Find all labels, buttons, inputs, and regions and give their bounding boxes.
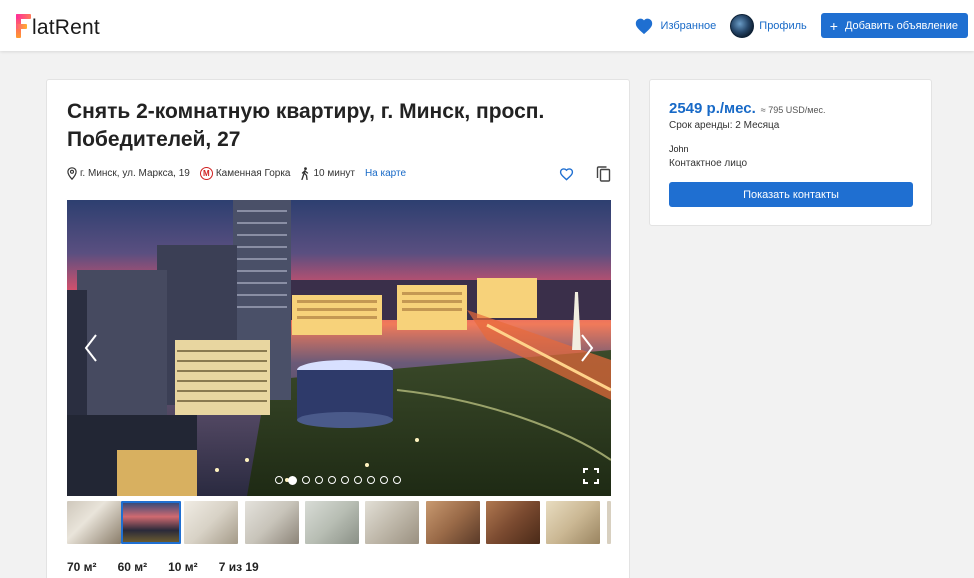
walk-time-text: 10 минут [313, 168, 355, 179]
thumbnail[interactable] [426, 501, 480, 544]
add-listing-button[interactable]: + Добавить объявление [820, 13, 968, 38]
gallery-dot[interactable] [354, 476, 362, 484]
gallery-dot[interactable] [380, 476, 388, 484]
add-listing-label: Добавить объявление [844, 19, 958, 32]
walking-person-icon [301, 167, 309, 180]
logo[interactable]: latRent [16, 12, 100, 40]
thumbnail[interactable] [184, 501, 238, 544]
thumbnail[interactable] [67, 501, 121, 544]
avatar [730, 13, 755, 38]
price: 2549 р./мес. ≈ 795 USD/мес. [669, 100, 825, 117]
thumbnail[interactable] [365, 501, 419, 544]
gallery-dot[interactable] [328, 476, 336, 484]
chevron-left-icon [84, 334, 97, 362]
gallery-next-button[interactable] [575, 328, 599, 368]
metro-station: Каменная Горка [215, 168, 291, 179]
copy-icon [596, 166, 611, 182]
on-map-link[interactable]: На карте [365, 168, 406, 179]
top-header: latRent Избранное Профиль + Добавить объ… [0, 0, 974, 51]
price-card: 2549 р./мес. ≈ 795 USD/мес. Срок аренды:… [649, 79, 932, 226]
copy-button[interactable] [596, 166, 611, 182]
listing-title: Снять 2-комнатную квартиру, г. Минск, пр… [67, 100, 545, 151]
favorites-link[interactable]: Избранное [634, 17, 717, 35]
main-photo [67, 200, 611, 496]
gallery-dot[interactable] [393, 476, 401, 484]
listing-meta: г. Минск, ул. Маркса, 19 М Каменная Горк… [67, 167, 406, 180]
gallery-dot[interactable] [315, 476, 323, 484]
logo-text: latRent [32, 16, 100, 39]
gallery-dot[interactable] [367, 476, 375, 484]
metro: М Каменная Горка [199, 167, 291, 180]
apartment-stats: 70 м² 60 м² 10 м² 7 из 19 [67, 560, 280, 574]
lease-term: Срок аренды: 2 Месяца [669, 120, 780, 131]
floor: 7 из 19 [218, 560, 259, 574]
gallery-dot[interactable] [341, 476, 349, 484]
profile-label: Профиль [759, 19, 807, 32]
gallery-dot-active[interactable] [288, 476, 297, 485]
owner-name: John [669, 144, 689, 154]
walk-time: 10 минут [300, 167, 355, 180]
heart-icon [635, 18, 652, 34]
gallery-prev-button[interactable] [79, 328, 103, 368]
favorites-label: Избранное [660, 19, 717, 32]
heart-outline-icon [559, 168, 574, 181]
thumbnail[interactable] [305, 501, 359, 544]
price-usd: ≈ 795 USD/мес. [760, 105, 826, 115]
photo-gallery[interactable] [67, 200, 611, 496]
location-pin-icon [67, 167, 77, 180]
fullscreen-button[interactable] [583, 468, 599, 484]
price-value: 2549 р./мес. [669, 100, 756, 117]
address-text: г. Минск, ул. Маркса, 19 [80, 168, 190, 179]
total-area: 70 м² [67, 560, 97, 574]
logo-mark [16, 14, 31, 38]
plus-icon: + [829, 17, 838, 34]
listing-card: Снять 2-комнатную квартиру, г. Минск, пр… [46, 79, 630, 578]
kitchen-area: 10 м² [168, 560, 198, 574]
thumbnail[interactable] [607, 501, 611, 544]
thumbnail[interactable] [245, 501, 299, 544]
profile-link[interactable]: Профиль [730, 13, 807, 38]
gallery-dots [275, 476, 406, 485]
living-area: 60 м² [117, 560, 148, 574]
owner-role: Контактное лицо [669, 158, 748, 169]
favorite-button[interactable] [559, 167, 574, 181]
thumbnail[interactable] [546, 501, 600, 544]
thumbnail-strip [67, 501, 611, 544]
metro-icon: М [199, 167, 213, 180]
fullscreen-icon [583, 468, 599, 484]
thumbnail[interactable] [486, 501, 540, 544]
gallery-dot[interactable] [302, 476, 310, 484]
thumbnail-active[interactable] [121, 501, 181, 544]
show-contacts-button[interactable]: Показать контакты [669, 182, 913, 207]
chevron-right-icon [581, 334, 594, 362]
address: г. Минск, ул. Маркса, 19 [67, 167, 190, 180]
gallery-dot[interactable] [275, 476, 283, 484]
